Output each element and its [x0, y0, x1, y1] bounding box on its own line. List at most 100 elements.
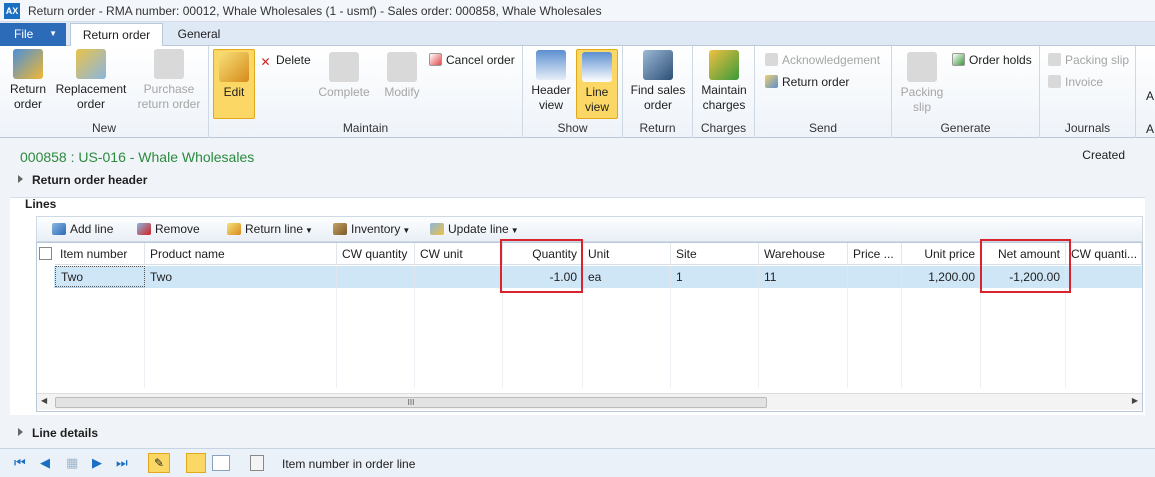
cell-site[interactable]: 1 — [671, 266, 759, 288]
next-record-icon[interactable]: ▶ — [92, 455, 102, 471]
cell-cw-quantity-2[interactable] — [1066, 266, 1142, 288]
cell-price[interactable] — [848, 266, 902, 288]
tab-return-order[interactable]: Return order — [70, 23, 163, 46]
column-divider — [901, 288, 902, 388]
inventory-menu[interactable]: Inventory ▼ — [333, 222, 410, 236]
header-view-label: Header view — [531, 83, 571, 112]
acknowledgement-button[interactable]: Acknowledgement — [765, 52, 880, 68]
cell-unit[interactable]: ea — [583, 266, 671, 288]
col-header-site[interactable]: Site — [671, 243, 759, 265]
select-all-checkbox[interactable] — [39, 247, 52, 260]
col-header-cw-quantity[interactable]: CW quantity — [337, 243, 415, 265]
cell-cw-quantity[interactable] — [337, 266, 415, 288]
scrollbar-thumb[interactable]: III — [55, 397, 767, 408]
col-header-product-name[interactable]: Product name — [145, 243, 337, 265]
cell-warehouse[interactable]: 11 — [759, 266, 848, 288]
maintain-charges-button[interactable]: Maintain charges — [697, 50, 751, 113]
return-order-icon — [13, 49, 43, 79]
order-holds-icon — [952, 53, 965, 66]
column-divider — [144, 288, 145, 388]
col-header-item-number[interactable]: Item number — [55, 243, 145, 265]
delete-button[interactable]: ✕ Delete — [259, 52, 311, 69]
overflow-group-caption: A — [1146, 122, 1155, 136]
col-header-price[interactable]: Price ... — [848, 243, 902, 265]
send-return-order-button[interactable]: Return order — [765, 74, 849, 90]
status-label: Created — [1082, 148, 1125, 162]
scroll-right-icon[interactable]: ▶ — [1132, 396, 1138, 405]
header-view-icon — [536, 50, 566, 80]
cell-item-number[interactable]: Two — [55, 266, 145, 287]
complete-button[interactable]: Complete — [316, 52, 372, 100]
status-bar: ⏮ ◀ ▦ ▶ ⏭ ✎ Item number in order line — [0, 448, 1155, 477]
delete-label: Delete — [276, 53, 311, 67]
remove-button[interactable]: Remove — [137, 222, 200, 236]
last-record-icon[interactable]: ⏭ — [116, 455, 128, 471]
generate-packing-slip-button[interactable]: Packing slip — [896, 52, 948, 115]
edit-mode-icon[interactable]: ✎ — [148, 453, 170, 473]
group-maintain: Edit ✕ Delete Complete Modify Cancel orde… — [209, 46, 523, 138]
pencil-icon — [219, 52, 249, 82]
file-tab-label: File — [14, 27, 34, 41]
return-line-menu[interactable]: Return line ▼ — [227, 222, 313, 236]
return-order-header-section[interactable]: Return order header — [18, 173, 147, 187]
add-line-icon — [52, 223, 66, 235]
highlight-net-amount — [980, 239, 1071, 293]
find-sales-order-label: Find sales order — [630, 83, 686, 112]
line-view-toggle-icon[interactable] — [186, 453, 206, 473]
group-send-label: Send — [808, 121, 838, 135]
col-header-unit-price[interactable]: Unit price — [902, 243, 981, 265]
purchase-return-order-button[interactable]: Purchase return order — [134, 49, 204, 112]
app-icon: AX — [4, 2, 20, 19]
header-view-button[interactable]: Header view — [529, 50, 573, 113]
first-record-icon[interactable]: ⏮ — [14, 455, 26, 471]
document-icon[interactable] — [250, 455, 264, 471]
ribbon: Return order Replacement order Purchase … — [0, 46, 1155, 138]
column-divider — [847, 288, 848, 388]
invoice-button[interactable]: Invoice — [1048, 74, 1103, 90]
update-line-menu[interactable]: Update line ▼ — [430, 222, 519, 236]
replacement-order-button[interactable]: Replacement order — [55, 49, 127, 112]
cancel-order-button[interactable]: Cancel order — [429, 52, 515, 68]
highlight-quantity — [500, 239, 583, 293]
previous-record-icon[interactable]: ◀ — [40, 455, 50, 471]
horizontal-scrollbar[interactable]: ◀ III ▶ — [37, 393, 1142, 410]
col-header-warehouse[interactable]: Warehouse — [759, 243, 848, 265]
group-generate-label: Generate — [940, 121, 991, 135]
add-line-button[interactable]: Add line — [52, 222, 113, 236]
modify-button[interactable]: Modify — [377, 52, 427, 100]
chevron-down-icon: ▼ — [510, 226, 519, 235]
scroll-left-icon[interactable]: ◀ — [41, 396, 47, 405]
invoice-icon — [1048, 75, 1061, 88]
order-holds-button[interactable]: Order holds — [952, 52, 1032, 68]
journal-packing-slip-button[interactable]: Packing slip — [1048, 52, 1129, 68]
complete-icon — [329, 52, 359, 82]
send-return-order-label: Return order — [782, 75, 850, 89]
cell-unit-price[interactable]: 1,200.00 — [902, 266, 981, 288]
cell-cw-unit[interactable] — [415, 266, 503, 288]
status-text: Item number in order line — [282, 457, 416, 471]
col-header-cw-unit[interactable]: CW unit — [415, 243, 503, 265]
col-header-cw-quantity-2[interactable]: CW quanti... — [1066, 243, 1142, 265]
chevron-down-icon: ▼ — [402, 226, 411, 235]
edit-button[interactable]: Edit — [213, 49, 255, 119]
inventory-icon — [333, 223, 347, 235]
grid-view-icon[interactable] — [212, 455, 230, 471]
return-order-header-label: Return order header — [32, 173, 148, 187]
update-line-label: Update line — [448, 222, 509, 236]
tab-general[interactable]: General — [166, 23, 232, 46]
edit-label: Edit — [223, 85, 245, 99]
line-view-button[interactable]: Line view — [576, 49, 618, 119]
record-list-icon[interactable]: ▦ — [66, 455, 78, 471]
lines-toolbar: Add line Remove Return line ▼ Inventory ▼ … — [36, 216, 1143, 242]
coins-icon — [709, 50, 739, 80]
cell-product-name[interactable]: Two — [145, 266, 337, 288]
column-divider — [758, 288, 759, 388]
column-divider — [336, 288, 337, 388]
column-divider — [670, 288, 671, 388]
line-details-section[interactable]: Line details — [18, 426, 98, 440]
line-view-icon — [582, 52, 612, 82]
find-sales-order-button[interactable]: Find sales order — [627, 50, 689, 113]
file-tab[interactable]: File ▼ — [0, 23, 66, 46]
col-header-unit[interactable]: Unit — [583, 243, 671, 265]
return-order-button[interactable]: Return order — [5, 49, 51, 112]
